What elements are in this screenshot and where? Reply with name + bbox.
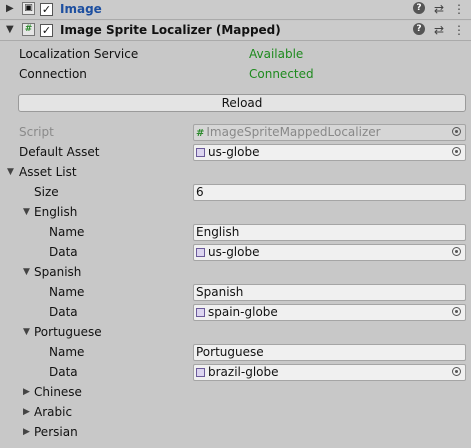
name-label: Name [49, 225, 85, 239]
name-input-spanish[interactable]: Spanish [193, 284, 466, 301]
collapse-arrow-icon[interactable]: ▶ [23, 402, 30, 422]
asset-title: Portuguese [34, 325, 102, 339]
asset-list-foldout[interactable]: ▼ Asset List [0, 162, 471, 182]
script-value: ImageSpriteMappedLocalizer [206, 125, 381, 139]
object-picker-icon [452, 127, 461, 136]
script-label: Script [19, 125, 54, 139]
data-value: spain-globe [208, 305, 278, 319]
script-field: # ImageSpriteMappedLocalizer [193, 124, 466, 141]
service-status-value: Available [249, 47, 304, 61]
asset-title: Arabic [34, 405, 73, 419]
connection-status-row: Connection Connected [0, 64, 471, 84]
data-value: brazil-globe [208, 365, 279, 379]
expand-arrow-icon[interactable]: ▼ [23, 322, 30, 342]
image-component-icon: ▣ [22, 2, 35, 15]
service-label: Localization Service [19, 47, 139, 61]
expand-arrow-icon[interactable]: ▼ [7, 162, 14, 182]
connection-label: Connection [19, 67, 87, 81]
asset-title: Chinese [34, 385, 82, 399]
default-asset-value: us-globe [208, 145, 260, 159]
size-input[interactable]: 6 [193, 184, 466, 201]
default-asset-label: Default Asset [19, 145, 100, 159]
sprite-icon [196, 148, 205, 157]
object-picker-icon[interactable] [452, 367, 461, 376]
asset-foldout-arabic[interactable]: ▶ Arabic [0, 402, 471, 422]
connection-status-value: Connected [249, 67, 314, 81]
object-picker-icon[interactable] [452, 307, 461, 316]
presets-icon[interactable]: ⇄ [433, 2, 445, 16]
help-icon[interactable]: ? [413, 2, 425, 14]
asset-foldout-english[interactable]: ▼ English [0, 202, 471, 222]
default-asset-field[interactable]: us-globe [193, 144, 466, 161]
collapse-arrow-icon[interactable]: ▶ [6, 3, 14, 14]
script-file-icon: # [196, 128, 205, 139]
data-value: us-globe [208, 245, 260, 259]
reload-button[interactable]: Reload [18, 94, 466, 112]
asset-foldout-chinese[interactable]: ▶ Chinese [0, 382, 471, 402]
expand-arrow-icon[interactable]: ▼ [23, 262, 30, 282]
object-picker-icon[interactable] [452, 247, 461, 256]
sprite-icon [196, 308, 205, 317]
sprite-icon [196, 248, 205, 257]
data-label: Data [49, 305, 78, 319]
help-icon[interactable]: ? [413, 23, 425, 35]
script-component-icon: # [22, 23, 35, 36]
context-menu-icon[interactable]: ⋮ [453, 23, 465, 37]
collapse-arrow-icon[interactable]: ▶ [23, 422, 30, 442]
asset-foldout-portuguese[interactable]: ▼ Portuguese [0, 322, 471, 342]
context-menu-icon[interactable]: ⋮ [453, 2, 465, 16]
localizer-enabled-checkbox[interactable]: ✓ [40, 24, 53, 37]
asset-foldout-spanish[interactable]: ▼ Spanish [0, 262, 471, 282]
data-field-portuguese[interactable]: brazil-globe [193, 364, 466, 381]
presets-icon[interactable]: ⇄ [433, 23, 445, 37]
sprite-icon [196, 368, 205, 377]
localizer-component-title: Image Sprite Localizer (Mapped) [60, 23, 281, 37]
image-component-header[interactable]: ▶ ▣ ✓ Image ? ⇄ ⋮ [0, 0, 471, 20]
asset-title: Persian [34, 425, 78, 439]
data-label: Data [49, 365, 78, 379]
name-input-portuguese[interactable]: Portuguese [193, 344, 466, 361]
data-field-spanish[interactable]: spain-globe [193, 304, 466, 321]
collapse-arrow-icon[interactable]: ▶ [23, 382, 30, 402]
asset-foldout-persian[interactable]: ▶ Persian [0, 422, 471, 442]
service-status-row: Localization Service Available [0, 44, 471, 64]
asset-title: Spanish [34, 265, 82, 279]
data-label: Data [49, 245, 78, 259]
expand-arrow-icon[interactable]: ▼ [23, 202, 30, 222]
localizer-component-header[interactable]: ▼ # ✓ Image Sprite Localizer (Mapped) ? … [0, 21, 471, 41]
name-label: Name [49, 285, 85, 299]
asset-list-label: Asset List [19, 165, 77, 179]
name-label: Name [49, 345, 85, 359]
object-picker-icon[interactable] [452, 147, 461, 156]
size-label: Size [34, 185, 59, 199]
image-component-title: Image [60, 2, 102, 16]
image-enabled-checkbox[interactable]: ✓ [40, 3, 53, 16]
name-input-english[interactable]: English [193, 224, 466, 241]
asset-title: English [34, 205, 78, 219]
data-field-english[interactable]: us-globe [193, 244, 466, 261]
expand-arrow-icon[interactable]: ▼ [6, 24, 14, 35]
